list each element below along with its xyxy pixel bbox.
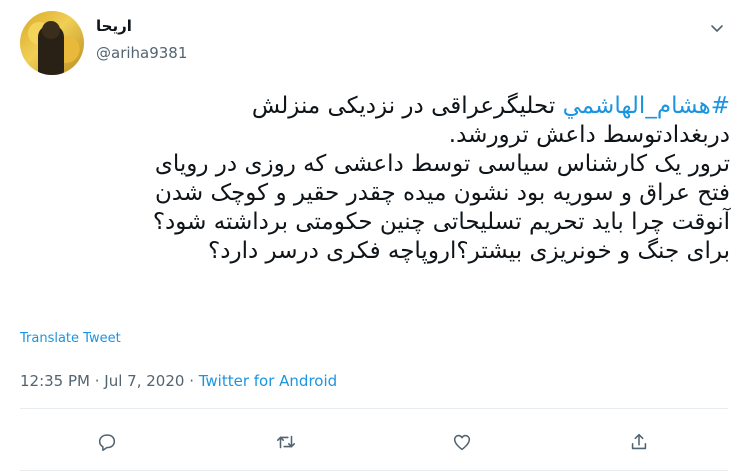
tweet-line-2: دربغدادتوسط داعش ترورشد. (448, 122, 730, 148)
hashtag-link[interactable]: #هشام_الهاشمي (563, 93, 730, 119)
meta-separator: · (89, 372, 105, 390)
avatar[interactable] (20, 11, 84, 75)
tweet-date[interactable]: Jul 7, 2020 (104, 372, 184, 390)
tweet-line-1-text: تحلیگرعراقی در نزدیکی منزلش (251, 93, 563, 119)
meta-separator-2: · (184, 372, 199, 390)
author-display-name[interactable]: اریحا (96, 17, 132, 35)
share-button[interactable] (625, 428, 653, 456)
reply-button[interactable] (93, 428, 121, 456)
author-handle[interactable]: @ariha9381 (96, 44, 187, 62)
heart-icon (453, 434, 471, 451)
tweet-card: اریحا @ariha9381 #هشام_الهاشمي تحلیگرعرا… (0, 0, 748, 472)
tweet-meta: 12:35 PM · Jul 7, 2020 · Twitter for And… (20, 372, 337, 390)
translate-tweet-link[interactable]: Translate Tweet (20, 331, 121, 346)
tweet-line-3: ترور یک کارشناس سیاسی توسط داعشی که روزی… (154, 151, 730, 177)
retweet-icon (276, 435, 296, 449)
tweet-source-link[interactable]: Twitter for Android (199, 372, 337, 390)
avatar-figure-head (42, 21, 60, 39)
tweet-line-5: آنوقت چرا باید تحریم تسلیحاتی چنین حکومت… (152, 209, 730, 235)
reply-icon (98, 434, 116, 452)
tweet-text: #هشام_الهاشمي تحلیگرعراقی در نزدیکی منزل… (24, 92, 730, 266)
tweet-line-1: #هشام_الهاشمي تحلیگرعراقی در نزدیکی منزل… (24, 92, 730, 121)
tweet-line-4: فتح عراق و سوریه بود نشون میده چقدر حقیر… (154, 180, 730, 206)
divider (20, 408, 728, 409)
tweet-line-6: برای جنگ و خونریزی بیشتر؟اروپاچه فکری در… (208, 238, 730, 264)
like-button[interactable] (448, 428, 476, 456)
action-bar (0, 420, 748, 460)
chevron-down-icon[interactable] (705, 16, 729, 40)
tweet-time[interactable]: 12:35 PM (20, 372, 90, 390)
retweet-button[interactable] (272, 428, 300, 456)
divider-bottom (20, 470, 728, 471)
share-icon (631, 433, 647, 450)
